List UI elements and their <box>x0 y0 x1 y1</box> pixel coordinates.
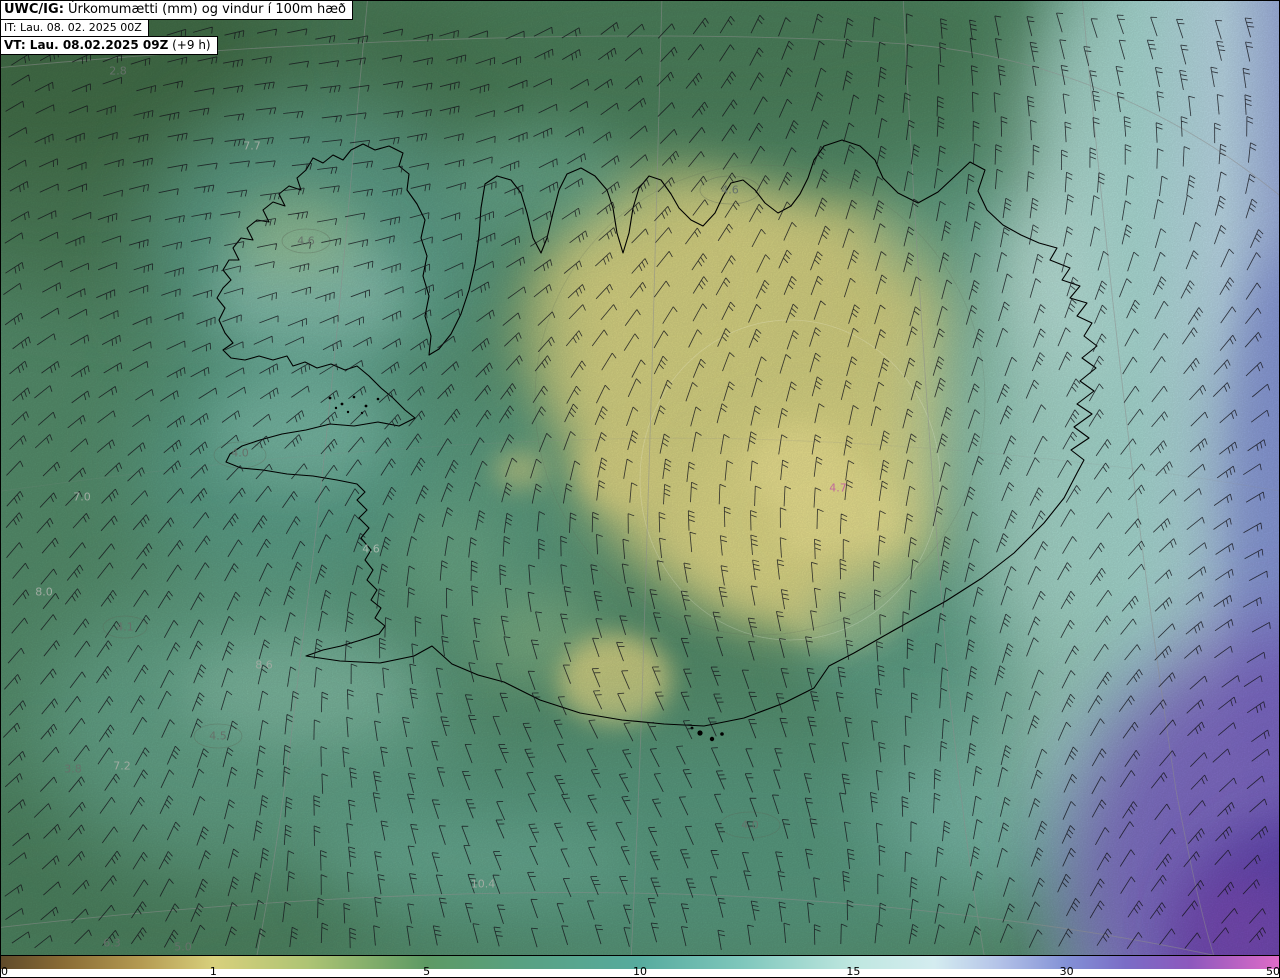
precipitation-wind-map-canvas <box>0 0 1280 955</box>
model-id-label: UWC/IG: <box>4 2 64 17</box>
colorbar-tick-label: 10 <box>633 965 647 978</box>
valid-time-text: VT: Lau. 08.02.2025 09Z <box>4 38 169 52</box>
colorbar-tick-label: 30 <box>1059 965 1074 978</box>
valid-time-label: VT: Lau. 08.02.2025 09Z (+9 h) <box>0 36 218 55</box>
map-area <box>0 0 1280 955</box>
colorbar-tick-label: 50 <box>1266 965 1280 978</box>
colorbar-tick-labels: 0 1 5 10 15 30 50 <box>0 965 1280 978</box>
colorbar-tick-label: 15 <box>846 965 861 978</box>
colorbar-tick-label: 1 <box>209 965 217 978</box>
weather-map-screenshot: 2.8 7.7 4.6 4.6 4.0 7.0 8.0 4.1 4.6 8.6 4.5 3.8 7.2 4… <box>0 0 1280 978</box>
valid-time-offset: (+9 h) <box>168 38 211 52</box>
map-title: UWC/IG: Úrkomumætti (mm) og vindur í 100… <box>0 0 353 20</box>
colorbar-tick-label: 0 <box>1 965 8 978</box>
colorbar: 0 1 5 10 15 30 50 <box>0 955 1280 978</box>
map-title-text: Úrkomumætti (mm) og vindur í 100m hæð <box>63 2 346 17</box>
map-title-box: UWC/IG: Úrkomumætti (mm) og vindur í 100… <box>0 0 353 55</box>
init-time-label: IT: Lau. 08. 02. 2025 00Z <box>0 19 149 37</box>
colorbar-tick-label: 5 <box>423 965 431 978</box>
